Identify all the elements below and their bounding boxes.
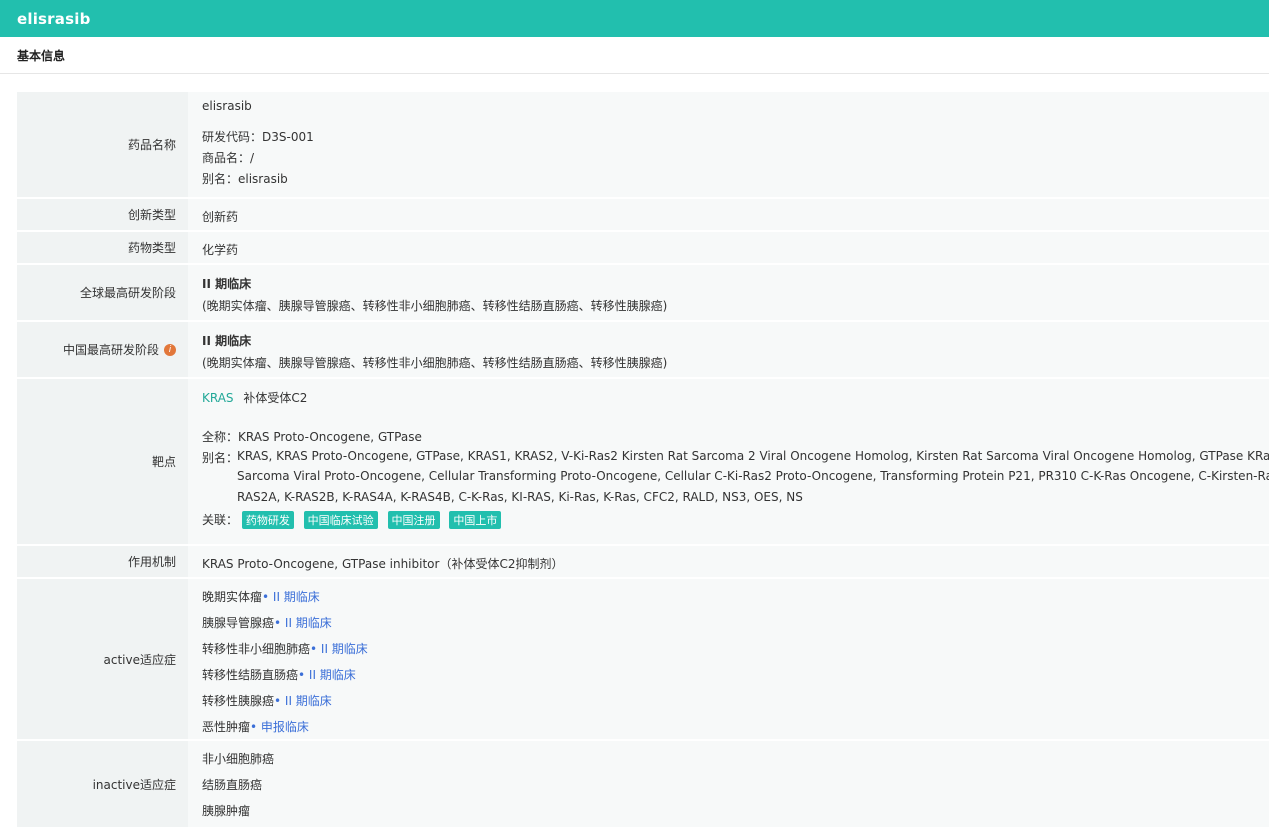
app-title: elisrasib [17, 10, 91, 28]
active-indication: 胰腺导管腺癌• II 期临床 [202, 614, 332, 631]
mechanism-value: KRAS Proto-Oncogene, GTPase inhibitor（补体… [202, 557, 564, 571]
inactive-indication: 结肠直肠癌 [202, 778, 263, 792]
tag-china-clinical-trial[interactable]: 中国临床试验 [303, 511, 378, 529]
drug-name: elisrasib [202, 99, 252, 113]
indication-phase[interactable]: • II 期临床 [262, 590, 320, 604]
section-title: 基本信息 [17, 49, 66, 63]
active-indication: 晚期实体瘤• II 期临床 [202, 588, 320, 605]
row-inactive-indications: inactive适应症 非小细胞肺癌 结肠直肠癌 胰腺肿瘤 [17, 741, 1269, 827]
drug-type-value: 化学药 [202, 243, 239, 257]
indication-phase[interactable]: • II 期临床 [298, 668, 356, 682]
global-stage-indications: (晚期实体瘤、胰腺导管腺癌、转移性非小细胞肺癌、转移性结肠直肠癌、转移性胰腺癌) [202, 299, 668, 313]
row-value: KRAS 补体受体C2 全称：KRAS Proto-Oncogene, GTPa… [188, 379, 1269, 544]
china-stage: II 期临床 [202, 334, 252, 348]
innovation-type-value: 创新药 [202, 210, 239, 224]
active-indication: 转移性结肠直肠癌• II 期临床 [202, 666, 356, 683]
indication-phase[interactable]: • II 期临床 [274, 616, 332, 630]
row-label: 靶点 [17, 379, 188, 544]
row-mechanism: 作用机制 KRAS Proto-Oncogene, GTPase inhibit… [17, 546, 1269, 577]
target-alias-line3: RAS2A, K-RAS2B, K-RAS4A, K-RAS4B, C-K-Ra… [237, 490, 803, 504]
row-drug-type: 药物类型 化学药 [17, 232, 1269, 263]
target-alias-line2: Sarcoma Viral Proto-Oncogene, Cellular T… [237, 469, 1269, 483]
indication-name: 转移性胰腺癌 [202, 694, 275, 708]
row-label: inactive适应症 [17, 741, 188, 827]
indication-name: 转移性结肠直肠癌 [202, 668, 299, 682]
related-label: 关联： [202, 513, 239, 527]
row-china-stage: 中国最高研发阶段 i II 期临床 (晚期实体瘤、胰腺导管腺癌、转移性非小细胞肺… [17, 322, 1269, 377]
drug-alias: 别名：elisrasib [202, 172, 288, 186]
active-indication: 转移性胰腺癌• II 期临床 [202, 692, 332, 709]
row-label-text: 中国最高研发阶段 [62, 343, 159, 357]
indication-name: 晚期实体瘤 [202, 590, 263, 604]
row-value: II 期临床 (晚期实体瘤、胰腺导管腺癌、转移性非小细胞肺癌、转移性结肠直肠癌、… [188, 265, 1269, 320]
target-alias-label: 别名： [202, 451, 239, 465]
row-label: 药物类型 [17, 232, 188, 263]
row-global-stage: 全球最高研发阶段 II 期临床 (晚期实体瘤、胰腺导管腺癌、转移性非小细胞肺癌、… [17, 265, 1269, 320]
drug-code: 研发代码：D3S-001 [202, 130, 314, 144]
row-value: 非小细胞肺癌 结肠直肠癌 胰腺肿瘤 [188, 741, 1269, 827]
target-fullname: 全称：KRAS Proto-Oncogene, GTPase [202, 430, 422, 444]
row-value: elisrasib 研发代码：D3S-001 商品名：/ 别名：elisrasi… [188, 92, 1269, 197]
top-bar: elisrasib [0, 0, 1269, 37]
row-label: 中国最高研发阶段 i [17, 322, 188, 377]
row-value: 创新药 [188, 199, 1269, 230]
global-stage: II 期临床 [202, 277, 252, 291]
indication-name: 转移性非小细胞肺癌 [202, 642, 311, 656]
row-label: 全球最高研发阶段 [17, 265, 188, 320]
indication-phase[interactable]: • II 期临床 [310, 642, 368, 656]
indication-phase[interactable]: • 申报临床 [250, 720, 309, 734]
indication-name: 恶性肿瘤 [202, 720, 251, 734]
inactive-indication: 非小细胞肺癌 [202, 752, 275, 766]
row-label: 创新类型 [17, 199, 188, 230]
indication-name: 胰腺导管腺癌 [202, 616, 275, 630]
row-value: 化学药 [188, 232, 1269, 263]
active-indication: 转移性非小细胞肺癌• II 期临床 [202, 640, 368, 657]
trade-name: 商品名：/ [202, 151, 255, 165]
row-value: 晚期实体瘤• II 期临床 胰腺导管腺癌• II 期临床 转移性非小细胞肺癌• … [188, 579, 1269, 739]
target-link-kras[interactable]: KRAS [202, 391, 234, 405]
row-label: 药品名称 [17, 92, 188, 197]
related-line: 关联： 药物研发 中国临床试验 中国注册 中国上市 [202, 511, 507, 529]
tag-drug-rnd[interactable]: 药物研发 [241, 511, 294, 529]
target-line: KRAS 补体受体C2 [202, 389, 307, 406]
china-stage-indications: (晚期实体瘤、胰腺导管腺癌、转移性非小细胞肺癌、转移性结肠直肠癌、转移性胰腺癌) [202, 356, 668, 370]
tag-china-market[interactable]: 中国上市 [449, 511, 502, 529]
info-icon[interactable]: i [164, 343, 176, 356]
row-value: II 期临床 (晚期实体瘤、胰腺导管腺癌、转移性非小细胞肺癌、转移性结肠直肠癌、… [188, 322, 1269, 377]
row-target: 靶点 KRAS 补体受体C2 全称：KRAS Proto-Oncogene, G… [17, 379, 1269, 544]
row-active-indications: active适应症 晚期实体瘤• II 期临床 胰腺导管腺癌• II 期临床 转… [17, 579, 1269, 739]
active-indication: 恶性肿瘤• 申报临床 [202, 718, 309, 735]
section-header: 基本信息 [0, 37, 1269, 74]
row-innovation-type: 创新类型 创新药 [17, 199, 1269, 230]
target-alias-line1: KRAS, KRAS Proto-Oncogene, GTPase, KRAS1… [237, 449, 1269, 463]
inactive-indication: 胰腺肿瘤 [202, 804, 251, 818]
indication-phase[interactable]: • II 期临床 [274, 694, 332, 708]
row-drug-name: 药品名称 elisrasib 研发代码：D3S-001 商品名：/ 别名：eli… [17, 92, 1269, 197]
row-label: 作用机制 [17, 546, 188, 577]
target-extra: 补体受体C2 [243, 391, 308, 405]
row-label: active适应症 [17, 579, 188, 739]
tag-china-registration[interactable]: 中国注册 [387, 511, 440, 529]
row-value: KRAS Proto-Oncogene, GTPase inhibitor（补体… [188, 546, 1269, 577]
